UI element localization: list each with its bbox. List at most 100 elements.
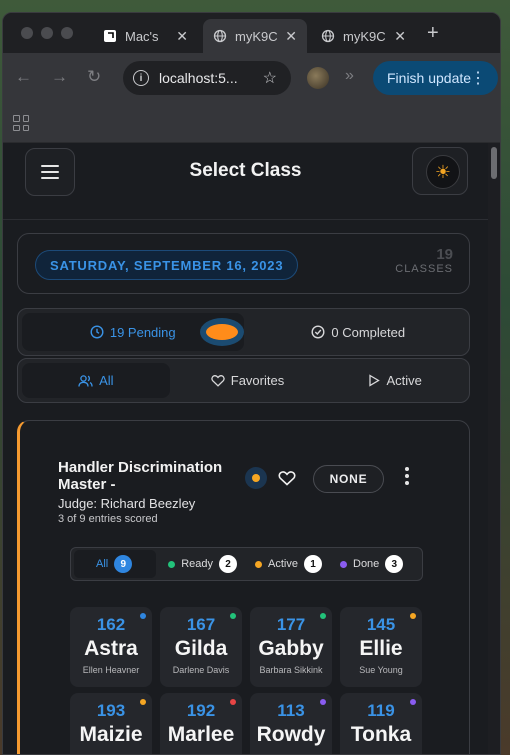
tab-close-icon[interactable]: ✕ <box>176 28 188 45</box>
back-arrow-icon[interactable]: ← <box>15 67 32 87</box>
tab-favorites[interactable]: Favorites <box>174 359 322 402</box>
tab-label: myK9C <box>343 28 386 44</box>
finish-update-button[interactable]: Finish update ⋮ <box>373 61 498 95</box>
ready-dot <box>168 560 176 568</box>
heart-icon <box>211 375 225 387</box>
status-tabs: 19 Pending 0 Completed <box>17 308 470 356</box>
dog-name: Rowdy <box>256 723 326 746</box>
scrollbar[interactable] <box>488 143 500 754</box>
entry-status-dot <box>140 699 146 705</box>
address-bar[interactable]: i localhost:5... ☆ <box>123 61 291 95</box>
entry-status-dot <box>320 613 326 619</box>
entry-card[interactable]: 177 Gabby Barbara Sikkink <box>250 607 332 687</box>
tab-label: myK9C <box>235 28 278 44</box>
tab-close-icon[interactable]: ✕ <box>394 28 406 45</box>
dog-name: Gabby <box>258 637 324 660</box>
entry-status-dot <box>410 613 416 619</box>
more-options-icon[interactable] <box>405 467 409 485</box>
dog-name: Tonka <box>350 723 412 746</box>
entry-filter-all-label: All <box>96 558 109 570</box>
maximize-window-button[interactable] <box>61 27 73 39</box>
dog-name: Maizie <box>79 723 143 746</box>
clock-icon <box>90 325 104 339</box>
dog-name: Ellie <box>359 637 403 660</box>
active-label: Active <box>386 373 422 388</box>
favorites-label: Favorites <box>230 373 285 388</box>
site-info-icon[interactable]: i <box>133 70 149 86</box>
minimize-window-button[interactable] <box>41 27 53 39</box>
bookmarks-bar <box>3 103 500 143</box>
class-count-label: CLASSES <box>395 263 453 275</box>
theme-toggle-button[interactable]: ☀ <box>412 147 468 195</box>
window-controls <box>21 27 73 39</box>
double-chevron-icon[interactable]: » <box>345 67 354 85</box>
browser-tab-2[interactable]: myK9C ✕ <box>203 19 307 53</box>
app-viewport: Select Class ☀ SATURDAY, SEPTEMBER 16, 2… <box>3 143 500 754</box>
reload-icon[interactable]: ↻ <box>87 67 101 87</box>
scrollbar-thumb[interactable] <box>491 147 497 179</box>
apps-grid-icon[interactable] <box>13 115 29 131</box>
entry-filter-active[interactable]: Active 1 <box>246 548 331 580</box>
entry-card[interactable]: 145 Ellie Sue Young <box>340 607 422 687</box>
finish-update-label: Finish update <box>387 70 472 86</box>
tab-all[interactable]: All <box>22 363 170 398</box>
new-tab-button[interactable]: + <box>427 22 439 45</box>
close-window-button[interactable] <box>21 27 33 39</box>
class-name: Handler Discrimination Master - <box>58 459 223 493</box>
handler-name: Darlene Davis <box>172 665 230 675</box>
profile-avatar[interactable] <box>307 67 329 89</box>
bookmark-star-icon[interactable]: ☆ <box>263 68 277 88</box>
handler-name: Ellen Heavner <box>82 665 140 675</box>
judge-name: Judge: Richard Beezley <box>58 496 196 511</box>
handler-name: Sue Young <box>359 665 403 675</box>
dog-name: Marlee <box>167 723 235 746</box>
app-favicon-icon <box>103 29 117 43</box>
all-label: All <box>99 373 114 388</box>
tab-completed[interactable]: 0 Completed <box>248 309 470 355</box>
app-header: Select Class ☀ <box>3 143 488 220</box>
more-vert-icon: ⋮ <box>470 70 486 87</box>
class-status-badge[interactable]: NONE <box>313 465 384 493</box>
class-status-indicator <box>245 467 267 489</box>
armband-number: 167 <box>186 615 216 634</box>
tab-pending[interactable]: 19 Pending <box>22 313 244 351</box>
users-icon <box>78 374 93 387</box>
entry-filter-all[interactable]: All 9 <box>74 550 157 578</box>
favorite-heart-icon[interactable] <box>276 467 298 489</box>
browser-toolbar: ← → ↻ i localhost:5... ☆ » Finish update… <box>3 53 500 103</box>
trial-date-badge: SATURDAY, SEPTEMBER 16, 2023 <box>35 250 299 280</box>
entry-filter-done-count: 3 <box>385 555 404 573</box>
entry-card[interactable]: 119 Tonka <box>340 693 422 754</box>
entry-filter-active-count: 1 <box>304 555 322 573</box>
dog-name: Gilda <box>174 637 228 660</box>
entry-filter-ready[interactable]: Ready 2 <box>159 548 246 580</box>
handler-name: Barbara Sikkink <box>259 665 323 675</box>
class-count: 19 CLASSES <box>395 246 453 275</box>
entry-card[interactable]: 113 Rowdy <box>250 693 332 754</box>
entry-card[interactable]: 192 Marlee <box>160 693 242 754</box>
browser-tab-1[interactable]: Mac's ✕ <box>93 19 198 53</box>
armband-number: 113 <box>277 701 305 720</box>
forward-arrow-icon[interactable]: → <box>51 67 68 87</box>
tab-close-icon[interactable]: ✕ <box>285 28 297 45</box>
tab-bar: Mac's ✕ myK9C ✕ myK9C ✕ + <box>3 13 500 53</box>
completed-label: 0 Completed <box>331 324 406 340</box>
armband-number: 192 <box>186 701 216 720</box>
check-circle-icon <box>311 325 325 339</box>
entry-status-dot <box>410 699 416 705</box>
armband-number: 162 <box>96 615 126 634</box>
entry-status-dot <box>320 699 326 705</box>
tab-label: Mac's <box>125 28 159 44</box>
entry-filter-ready-label: Ready <box>181 558 214 570</box>
browser-tab-3[interactable]: myK9C ✕ <box>311 19 416 53</box>
entry-status-dot <box>140 613 146 619</box>
entry-card[interactable]: 162 Astra Ellen Heavner <box>70 607 152 687</box>
entry-filter-done[interactable]: Done 3 <box>331 548 412 580</box>
entry-card[interactable]: 193 Maizie <box>70 693 152 754</box>
entry-card[interactable]: 167 Gilda Darlene Davis <box>160 607 242 687</box>
tab-active[interactable]: Active <box>321 359 469 402</box>
active-dot <box>255 560 263 568</box>
armband-number: 177 <box>276 615 306 634</box>
class-card[interactable]: Handler Discrimination Master - Judge: R… <box>17 420 470 754</box>
armband-number: 193 <box>96 701 126 720</box>
